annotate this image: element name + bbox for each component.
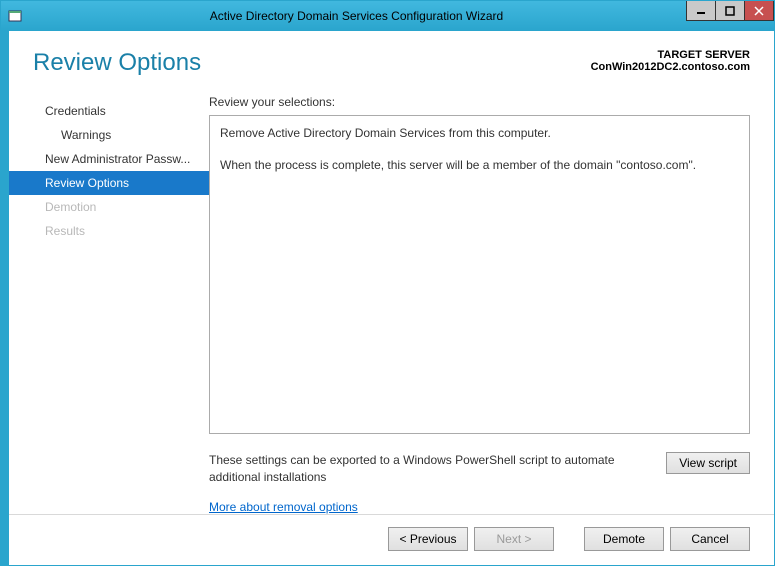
app-icon bbox=[7, 8, 23, 24]
wizard-window: Active Directory Domain Services Configu… bbox=[0, 0, 775, 566]
sidebar-item-warnings[interactable]: Warnings bbox=[9, 123, 209, 147]
body: Review Options TARGET SERVER ConWin2012D… bbox=[1, 31, 774, 565]
header: Review Options TARGET SERVER ConWin2012D… bbox=[9, 31, 774, 85]
target-server-name: ConWin2012DC2.contoso.com bbox=[591, 61, 750, 73]
main-panel: Review your selections: Remove Active Di… bbox=[209, 95, 750, 514]
previous-button[interactable]: < Previous bbox=[388, 527, 468, 551]
next-button: Next > bbox=[474, 527, 554, 551]
sidebar-item-credentials[interactable]: Credentials bbox=[9, 99, 209, 123]
spacer bbox=[220, 142, 739, 156]
main-row: Credentials Warnings New Administrator P… bbox=[9, 85, 774, 514]
sidebar-item-review-options[interactable]: Review Options bbox=[9, 171, 209, 195]
more-about-removal-link[interactable]: More about removal options bbox=[209, 500, 750, 514]
sidebar-item-results: Results bbox=[9, 219, 209, 243]
spacer bbox=[560, 527, 578, 551]
maximize-button[interactable] bbox=[715, 1, 745, 21]
target-server-box: TARGET SERVER ConWin2012DC2.contoso.com bbox=[591, 49, 750, 73]
window-title: Active Directory Domain Services Configu… bbox=[29, 9, 774, 23]
export-description: These settings can be exported to a Wind… bbox=[209, 452, 654, 486]
export-row: These settings can be exported to a Wind… bbox=[209, 452, 750, 486]
review-line: Remove Active Directory Domain Services … bbox=[220, 124, 739, 142]
review-line: When the process is complete, this serve… bbox=[220, 156, 739, 174]
demote-button[interactable]: Demote bbox=[584, 527, 664, 551]
page-title: Review Options bbox=[33, 49, 201, 77]
sidebar-item-demotion: Demotion bbox=[9, 195, 209, 219]
footer: < Previous Next > Demote Cancel bbox=[9, 514, 774, 565]
review-heading: Review your selections: bbox=[209, 95, 750, 109]
close-button[interactable] bbox=[744, 1, 774, 21]
content: Review Options TARGET SERVER ConWin2012D… bbox=[9, 31, 774, 565]
review-selections-box[interactable]: Remove Active Directory Domain Services … bbox=[209, 115, 750, 434]
view-script-button[interactable]: View script bbox=[666, 452, 750, 474]
wizard-steps-sidebar: Credentials Warnings New Administrator P… bbox=[9, 95, 209, 514]
left-accent bbox=[1, 31, 9, 565]
minimize-button[interactable] bbox=[686, 1, 716, 21]
window-controls bbox=[687, 1, 774, 21]
sidebar-item-new-admin-password[interactable]: New Administrator Passw... bbox=[9, 147, 209, 171]
titlebar: Active Directory Domain Services Configu… bbox=[1, 1, 774, 31]
cancel-button[interactable]: Cancel bbox=[670, 527, 750, 551]
target-server-label: TARGET SERVER bbox=[591, 49, 750, 61]
